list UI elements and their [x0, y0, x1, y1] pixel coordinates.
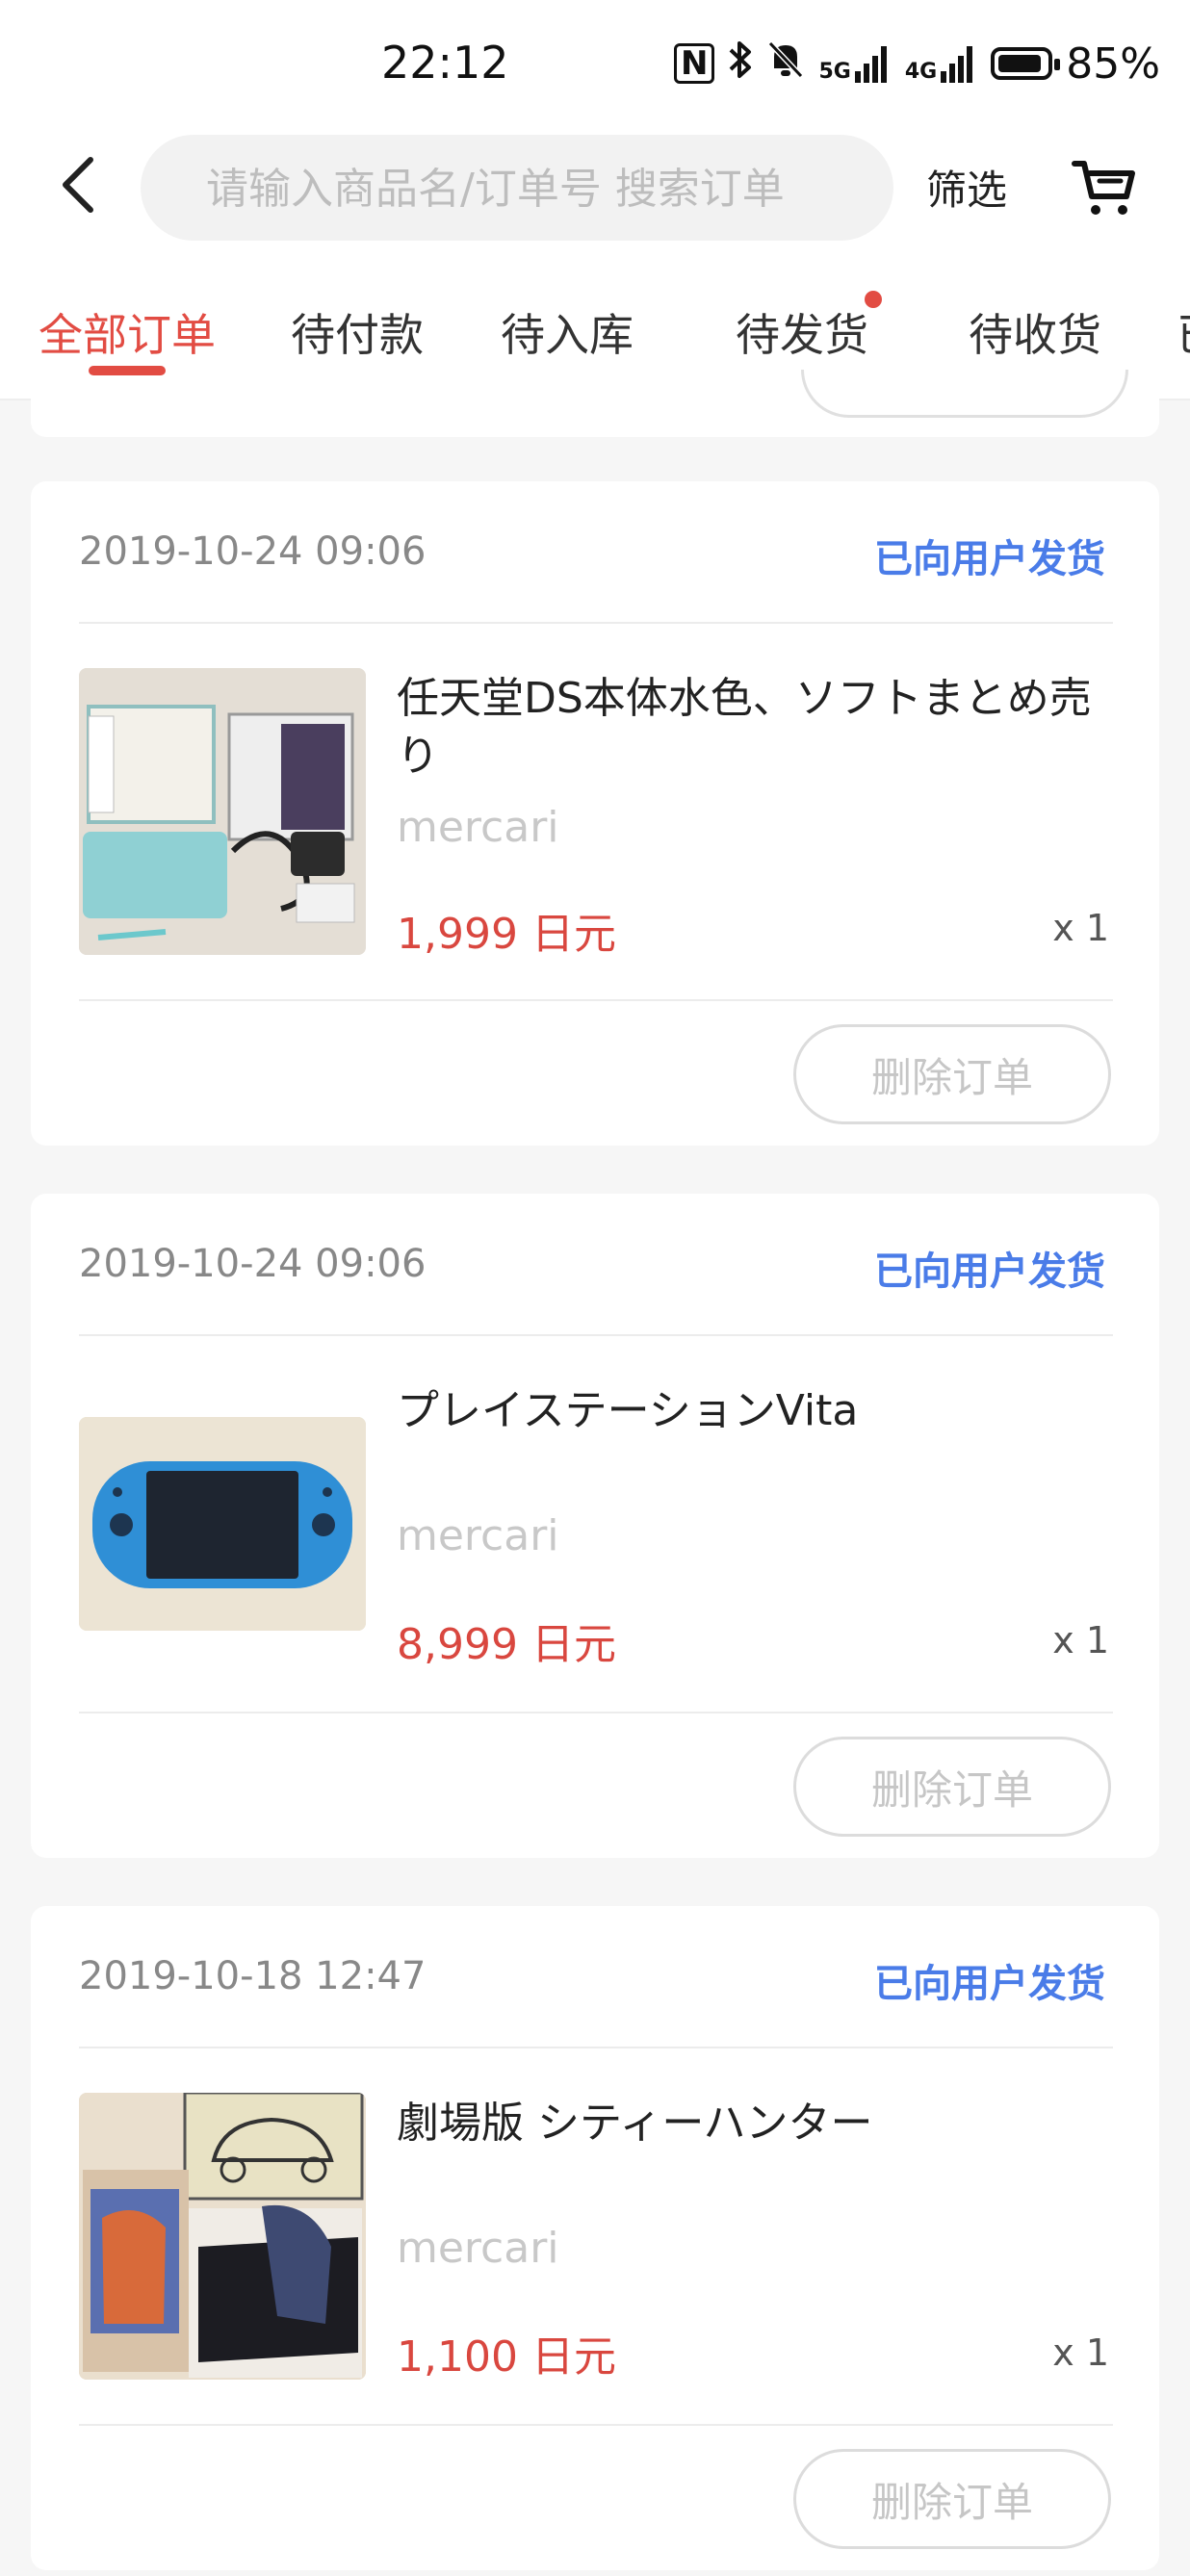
- seller-name: mercari: [397, 803, 559, 852]
- delete-order-button[interactable]: 删除订单: [793, 1024, 1111, 1124]
- product-price: 1,100 日元: [397, 2332, 616, 2382]
- status-icons: N 5G 4G 85%: [674, 37, 1160, 90]
- search-box[interactable]: [141, 135, 893, 243]
- battery-icon: [991, 47, 1061, 80]
- status-time: 22:12: [381, 37, 509, 89]
- delete-order-button[interactable]: 删除订单: [793, 2449, 1111, 2549]
- delete-order-button[interactable]: [801, 370, 1128, 418]
- battery-level: 85%: [1066, 39, 1161, 89]
- delete-order-button[interactable]: 删除订单: [793, 1737, 1111, 1837]
- bell-off-icon: [766, 39, 805, 89]
- chevron-left-icon: [63, 157, 93, 213]
- divider: [79, 999, 1113, 1001]
- back-button[interactable]: [58, 156, 116, 223]
- divider: [79, 1334, 1113, 1336]
- order-date: 2019-10-18 12:47: [79, 1954, 427, 1998]
- order-card: 2019-10-18 12:47 已向用户发货 劇場版 シティーハンター mer…: [31, 1906, 1159, 2570]
- divider: [79, 1712, 1113, 1713]
- notification-badge: [865, 291, 882, 308]
- order-date: 2019-10-24 09:06: [79, 1242, 427, 1286]
- filter-button[interactable]: 筛选: [926, 158, 1007, 217]
- seller-name: mercari: [397, 2224, 559, 2273]
- order-status: 已向用户发货: [874, 1249, 1105, 1294]
- signal-5g-icon: 5G: [818, 44, 891, 83]
- tab-pending-payment[interactable]: 待付款: [291, 300, 424, 364]
- product-name[interactable]: 劇場版 シティーハンター: [397, 2095, 1099, 2152]
- tab-pending-storage[interactable]: 待入库: [501, 300, 634, 364]
- product-price: 1,999 日元: [397, 910, 616, 959]
- tab-pending-shipment[interactable]: 待发货: [736, 300, 868, 364]
- previous-order-card: [31, 370, 1159, 437]
- status-bar: 22:12 N 5G 4G 85%: [0, 0, 1190, 131]
- tab-more[interactable]: 已: [1177, 300, 1190, 364]
- order-status: 已向用户发货: [874, 1962, 1105, 2006]
- nfc-icon: N: [674, 43, 715, 84]
- bluetooth-icon: [728, 39, 753, 89]
- signal-4g-icon: 4G: [905, 44, 977, 83]
- product-name[interactable]: 任天堂DS本体水色、ソフトまとめ売り: [397, 670, 1099, 786]
- product-quantity: x 1: [1052, 907, 1109, 949]
- product-image[interactable]: [79, 2093, 366, 2380]
- product-image[interactable]: [79, 1417, 366, 1631]
- cart-icon[interactable]: [1071, 152, 1138, 219]
- order-status: 已向用户发货: [874, 537, 1105, 581]
- divider: [79, 2424, 1113, 2426]
- product-quantity: x 1: [1052, 1619, 1109, 1662]
- product-quantity: x 1: [1052, 2331, 1109, 2374]
- active-tab-indicator: [89, 366, 166, 375]
- seller-name: mercari: [397, 1511, 559, 1560]
- product-image[interactable]: [79, 668, 366, 955]
- order-card: 2019-10-24 09:06 已向用户发货 任天堂DS本体水色、ソフトまとめ…: [31, 481, 1159, 1146]
- tab-pending-receipt[interactable]: 待收货: [969, 300, 1101, 364]
- header: 筛选: [0, 131, 1190, 246]
- order-card: 2019-10-24 09:06 已向用户发货 プレイステーションVita me…: [31, 1194, 1159, 1858]
- product-price: 8,999 日元: [397, 1620, 616, 1669]
- divider: [79, 622, 1113, 624]
- search-input[interactable]: [204, 135, 863, 243]
- divider: [79, 2047, 1113, 2048]
- product-name[interactable]: プレイステーションVita: [397, 1382, 1099, 1440]
- tab-all-orders[interactable]: 全部订单: [39, 300, 216, 364]
- order-date: 2019-10-24 09:06: [79, 529, 427, 574]
